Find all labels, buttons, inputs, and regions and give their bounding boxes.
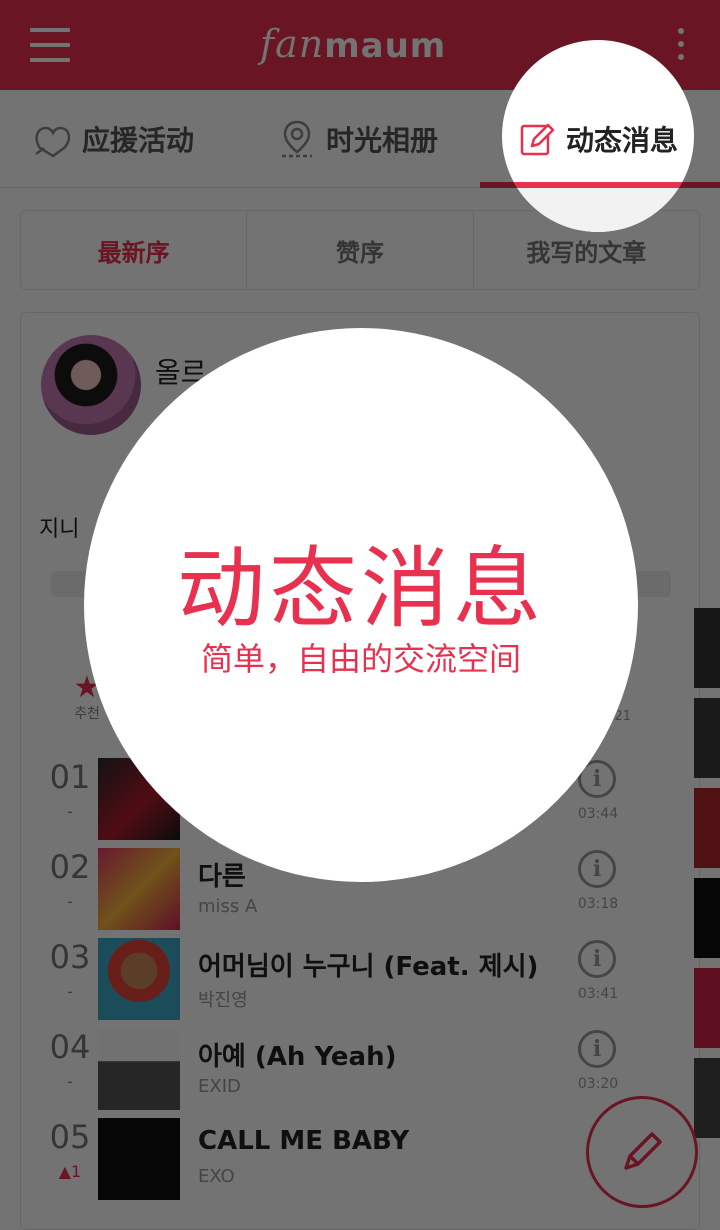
feature-title: 动态消息: [176, 537, 545, 640]
rank-number: 02: [49, 848, 91, 886]
info-icon[interactable]: i: [578, 850, 616, 888]
write-post-button[interactable]: [586, 1096, 698, 1208]
album-art: [98, 1028, 180, 1110]
peek-thumbnail: [694, 788, 720, 868]
map-pin-icon: [282, 120, 312, 158]
menu-icon[interactable]: [30, 28, 70, 62]
chart-row[interactable]: 04 - 아예 (Ah Yeah) EXID i 03:20: [20, 1028, 618, 1118]
tab-photo-album[interactable]: 时光相册: [276, 90, 438, 188]
tab-label: 应援活动: [82, 124, 195, 157]
song-title: 아예 (Ah Yeah): [198, 1042, 397, 1072]
song-title: CALL ME BABY: [198, 1126, 410, 1156]
heart-hands-icon: [35, 126, 71, 158]
sort-latest-button[interactable]: 最新序: [21, 211, 248, 289]
album-art: [98, 1118, 180, 1200]
recommend-label: 추천: [74, 706, 100, 722]
artist-name: 박진영: [198, 990, 248, 1011]
rank-number: 03: [49, 938, 91, 976]
edit-note-icon: [520, 123, 555, 156]
chart-row[interactable]: 05 ▲1 CALL ME BABY EXO: [20, 1118, 600, 1208]
artist-name: EXO: [198, 1166, 235, 1187]
chart-section-title: 지니: [39, 517, 80, 542]
rank-number: 01: [49, 758, 91, 796]
peek-thumbnail: [694, 1058, 720, 1138]
duration-label: 03:41: [577, 986, 619, 1002]
duration-label: 21: [614, 709, 631, 724]
more-options-icon[interactable]: [678, 28, 686, 64]
info-icon[interactable]: i: [578, 1030, 616, 1068]
album-art: [98, 938, 180, 1020]
duration-label: 03:18: [577, 896, 619, 912]
rank-change: -: [67, 802, 73, 821]
album-art: [98, 848, 180, 930]
info-icon[interactable]: i: [578, 940, 616, 978]
peek-thumbnail: [694, 698, 720, 778]
avatar[interactable]: [41, 335, 141, 435]
tab-news-feed-highlight[interactable]: 动态消息: [516, 90, 678, 188]
tab-spotlight[interactable]: 动态消息: [502, 40, 694, 232]
tab-support-activity[interactable]: 应援活动: [32, 90, 194, 188]
artist-name: EXID: [198, 1076, 241, 1097]
duration-label: 03:20: [577, 1076, 619, 1092]
chart-row[interactable]: 03 - 어머님이 누구니 (Feat. 제시) 박진영 i 03:41: [20, 938, 618, 1028]
rank-number: 04: [49, 1028, 91, 1066]
tab-label: 时光相册: [326, 124, 439, 157]
rank-change: -: [67, 982, 73, 1001]
sort-likes-button[interactable]: 赞序: [247, 211, 474, 289]
song-title: 어머님이 누구니 (Feat. 제시): [198, 952, 539, 982]
rank-number: 05: [49, 1118, 91, 1156]
app-logo: fanmaum: [260, 22, 447, 66]
peek-thumbnail: [694, 968, 720, 1048]
spotlight-background: [502, 188, 694, 232]
pencil-icon: [624, 1132, 662, 1170]
rank-change: -: [67, 892, 73, 911]
artist-name: miss A: [198, 896, 258, 917]
rank-change: -: [67, 1072, 73, 1091]
duration-label: 03:44: [577, 806, 619, 822]
rank-change: ▲1: [58, 1162, 82, 1181]
peek-thumbnail: [694, 878, 720, 958]
feature-subtitle: 简单，自由的交流空间: [200, 640, 521, 678]
song-title: 다른: [198, 862, 246, 892]
peek-thumbnail: [694, 608, 720, 688]
tab-label: 动态消息: [566, 124, 679, 157]
feature-intro-bubble: 动态消息 简单，自由的交流空间: [84, 328, 638, 882]
